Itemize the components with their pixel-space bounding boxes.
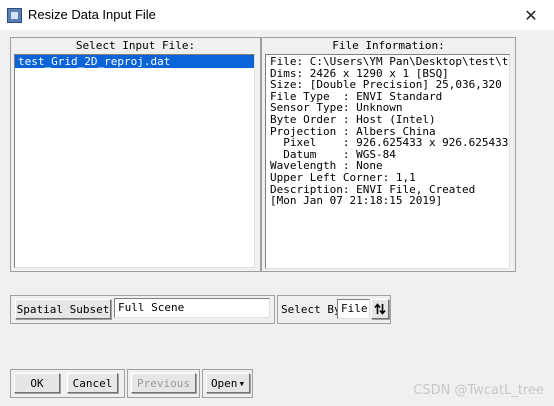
info-file: File: C:\Users\YM Pan\Desktop\test\test_… [270,55,509,68]
file-info-panel: File Information: File: C:\Users\YM Pan\… [261,37,516,272]
select-by-field[interactable]: File [337,299,370,319]
spatial-subset-button[interactable]: Spatial Subset [15,299,111,319]
open-button[interactable]: Open ▾ [206,373,250,393]
info-date: [Mon Jan 07 21:18:15 2019] [270,194,443,208]
info-upper-left: Upper Left Corner: 1,1 [270,170,416,184]
file-info-title: File Information: [332,39,445,52]
cancel-button[interactable]: Cancel [67,373,118,393]
select-input-title: Select Input File: [75,39,196,52]
file-info-text[interactable]: File: C:\Users\YM Pan\Desktop\test\test_… [265,54,510,269]
open-label: Open [210,376,238,390]
close-icon: ✕ [524,5,538,25]
app-icon [7,8,22,23]
title-bar: Resize Data Input File ✕ [0,0,554,30]
input-file-list[interactable]: test_Grid_2D_reproj.dat [14,54,255,268]
list-item[interactable]: test_Grid_2D_reproj.dat [15,55,254,68]
previous-button[interactable]: Previous [131,373,196,393]
info-pixel: Pixel : 926.625433 x 926.625433 Mete [283,136,509,150]
select-by-label: Select By [281,303,341,316]
select-input-panel: Select Input File: test_Grid_2D_reproj.d… [10,37,261,272]
sort-arrows-icon [374,303,386,315]
sort-toggle-button[interactable] [371,299,389,319]
info-byte-order: Byte Order : Host (Intel) [270,112,436,126]
subset-value-field: Full Scene [114,298,270,318]
chevron-down-icon: ▾ [238,376,246,390]
spatial-subset-group: Spatial Subset Full Scene [10,295,275,324]
select-by-group: Select By File [277,295,391,324]
window-title: Resize Data Input File [28,7,156,22]
watermark: CSDN @TwcatL_tree [413,383,544,398]
ok-button[interactable]: OK [14,373,60,393]
close-button[interactable]: ✕ [508,0,554,30]
